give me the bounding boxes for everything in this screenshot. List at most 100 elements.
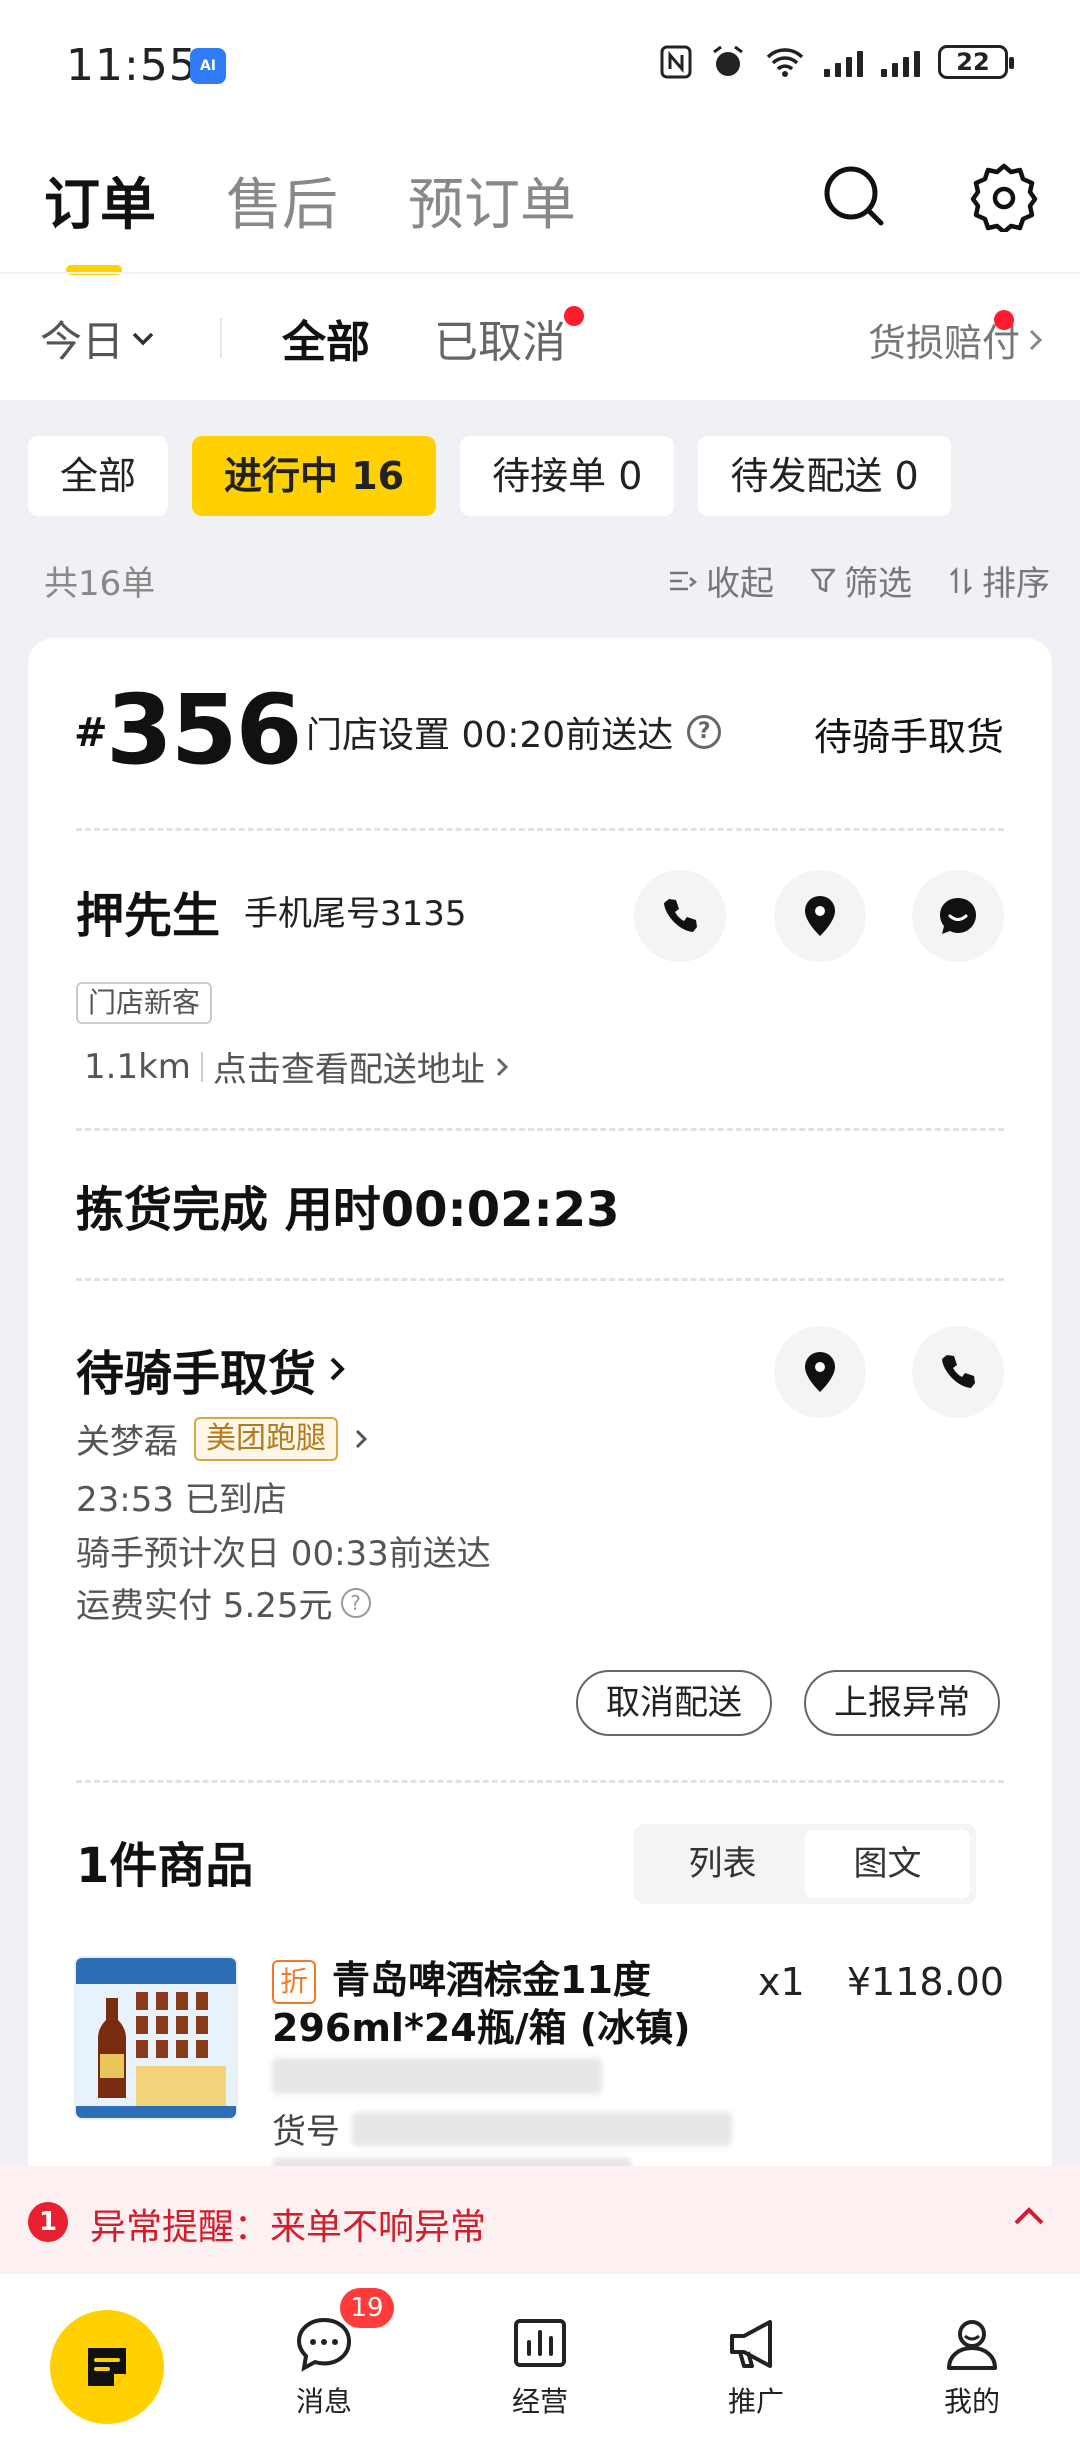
- gear-icon[interactable]: [968, 160, 1040, 232]
- ai-badge-icon: AI: [190, 48, 226, 84]
- nav-promotion[interactable]: 推广: [696, 2316, 816, 2420]
- redacted-spec: [272, 2058, 602, 2094]
- order-count: 共16单: [44, 564, 156, 604]
- chip-pending-accept[interactable]: 待接单 0: [460, 436, 675, 516]
- divider: [76, 1780, 1004, 1783]
- chart-icon: [514, 2319, 566, 2367]
- bottom-nav: 消息 19 经营 推广 我的: [0, 2274, 1080, 2438]
- chevron-right-icon: [496, 1057, 509, 1076]
- rider-arrived: 23:53 已到店: [76, 1480, 287, 1520]
- chat-customer-button[interactable]: [912, 870, 1004, 962]
- subtab-all[interactable]: 全部: [282, 306, 370, 370]
- status-chips: 全部 进行中 16 待接单 0 待发配送 0: [28, 436, 951, 516]
- divider: [76, 1128, 1004, 1131]
- customer-phone: 手机尾号3135: [244, 894, 467, 934]
- cancelled-dot: [564, 306, 584, 326]
- help-icon[interactable]: ?: [687, 715, 722, 749]
- message-icon: [296, 2317, 352, 2372]
- megaphone-icon: [730, 2320, 772, 2368]
- discount-tag: 折: [272, 1960, 316, 2004]
- tab-after-sales[interactable]: 售后: [226, 160, 338, 241]
- redacted-sku: [352, 2111, 732, 2146]
- goods-count-title: 1件商品: [76, 1838, 254, 1894]
- tab-orders[interactable]: 订单: [44, 160, 156, 275]
- message-badge: 19: [340, 2288, 394, 2328]
- filter-label: 筛选: [844, 564, 912, 604]
- order-hash: #: [74, 710, 108, 756]
- sort-icon: [950, 566, 972, 595]
- pick-complete-text: 拣货完成 用时00:02:23: [76, 1182, 620, 1238]
- customer-location-button[interactable]: [774, 870, 866, 962]
- nav-label: 推广: [727, 2385, 784, 2418]
- call-rider-button[interactable]: [912, 1326, 1004, 1418]
- sort-button[interactable]: 排序: [948, 556, 1050, 605]
- rider-platform-tag: 美团跑腿: [194, 1416, 338, 1461]
- nav-messages[interactable]: 消息: [264, 2316, 384, 2420]
- view-list-button[interactable]: 列表: [640, 1830, 805, 1898]
- note-icon: [88, 2348, 126, 2386]
- signal-icon-2: [881, 47, 920, 77]
- nav-label: 我的: [943, 2385, 1000, 2418]
- main-tabs: 订单 售后 预订单: [44, 160, 576, 275]
- customer-name: 押先生: [76, 888, 221, 944]
- filter-button[interactable]: 筛选: [810, 556, 912, 605]
- nav-label: 消息: [295, 2385, 352, 2418]
- rider-location-button[interactable]: [774, 1326, 866, 1418]
- battery-icon: 22: [938, 45, 1014, 79]
- sku-label: 货号: [272, 2112, 340, 2152]
- chip-all[interactable]: 全部: [28, 436, 169, 516]
- report-exception-button[interactable]: 上报异常: [804, 1670, 1000, 1736]
- cancel-delivery-button[interactable]: 取消配送: [576, 1670, 772, 1736]
- divider: [76, 828, 1004, 831]
- product-image[interactable]: [74, 1956, 238, 2120]
- nav-profile[interactable]: 我的: [912, 2316, 1032, 2420]
- sku-row: 货号: [272, 2104, 732, 2153]
- rider-eta: 骑手预计次日 00:33前送达: [76, 1534, 491, 1574]
- collapse-button[interactable]: 收起: [668, 556, 774, 605]
- phone-icon: [942, 1355, 975, 1388]
- alert-count-badge: 1: [28, 2202, 68, 2242]
- view-graphic-button[interactable]: 图文: [805, 1830, 970, 1898]
- user-icon: [947, 2320, 997, 2370]
- chip-in-progress[interactable]: 进行中 16: [192, 436, 437, 516]
- new-customer-tag: 门店新客: [76, 982, 213, 1024]
- goods-view-toggle: 列表 图文: [634, 1824, 976, 1904]
- chevron-right-icon: [1029, 329, 1043, 350]
- header-divider: [0, 272, 1080, 274]
- help-icon[interactable]: ?: [340, 1587, 371, 1618]
- alarm-icon: [713, 45, 743, 76]
- tab-preorders[interactable]: 预订单: [408, 160, 576, 241]
- chip-pending-dispatch[interactable]: 待发配送 0: [698, 436, 951, 516]
- location-pin-icon: [805, 1352, 835, 1392]
- rider-fee-row: 运费实付 5.25元 ?: [76, 1578, 371, 1627]
- chevron-up-icon[interactable]: [1012, 2204, 1046, 2228]
- date-filter[interactable]: 今日: [40, 308, 156, 369]
- product-name: 青岛啤酒棕金11度296ml*24瓶/箱 (冰镇): [272, 1958, 691, 2050]
- wifi-icon: [766, 48, 804, 77]
- product-price: ¥118.00: [846, 1960, 1004, 2004]
- status-icons: 22: [660, 44, 1014, 80]
- filter-icon: [810, 568, 836, 592]
- rider-info-row[interactable]: 关梦磊 美团跑腿: [76, 1414, 370, 1463]
- sub-filter-bar: 今日 全部 已取消 货损赔付: [0, 290, 1080, 380]
- notes-fab-button[interactable]: [50, 2310, 164, 2424]
- chevron-down-icon: [132, 332, 154, 345]
- exception-alert-bar[interactable]: 1 异常提醒：来单不响异常: [0, 2166, 1080, 2274]
- search-icon[interactable]: [818, 160, 890, 232]
- damage-link[interactable]: 货损赔付: [868, 312, 1044, 367]
- nav-business[interactable]: 经营: [480, 2316, 600, 2420]
- divider: [220, 318, 222, 358]
- call-customer-button[interactable]: [634, 870, 726, 962]
- divider: [200, 1051, 203, 1082]
- rider-status-link[interactable]: 待骑手取货: [76, 1334, 348, 1404]
- address-row[interactable]: 1.1km 点击查看配送地址: [84, 1042, 511, 1091]
- rider-status-title: 待骑手取货: [76, 1346, 317, 1402]
- rider-fee: 运费实付 5.25元: [76, 1586, 333, 1626]
- distance: 1.1km: [84, 1046, 191, 1087]
- damage-dot: [994, 310, 1014, 330]
- collapse-label: 收起: [706, 564, 774, 604]
- subtab-cancelled[interactable]: 已取消: [434, 306, 566, 370]
- order-deliver-time: 门店设置 00:20前送达 ?: [306, 706, 722, 758]
- chevron-right-icon: [330, 1357, 345, 1381]
- divider: [76, 1278, 1004, 1281]
